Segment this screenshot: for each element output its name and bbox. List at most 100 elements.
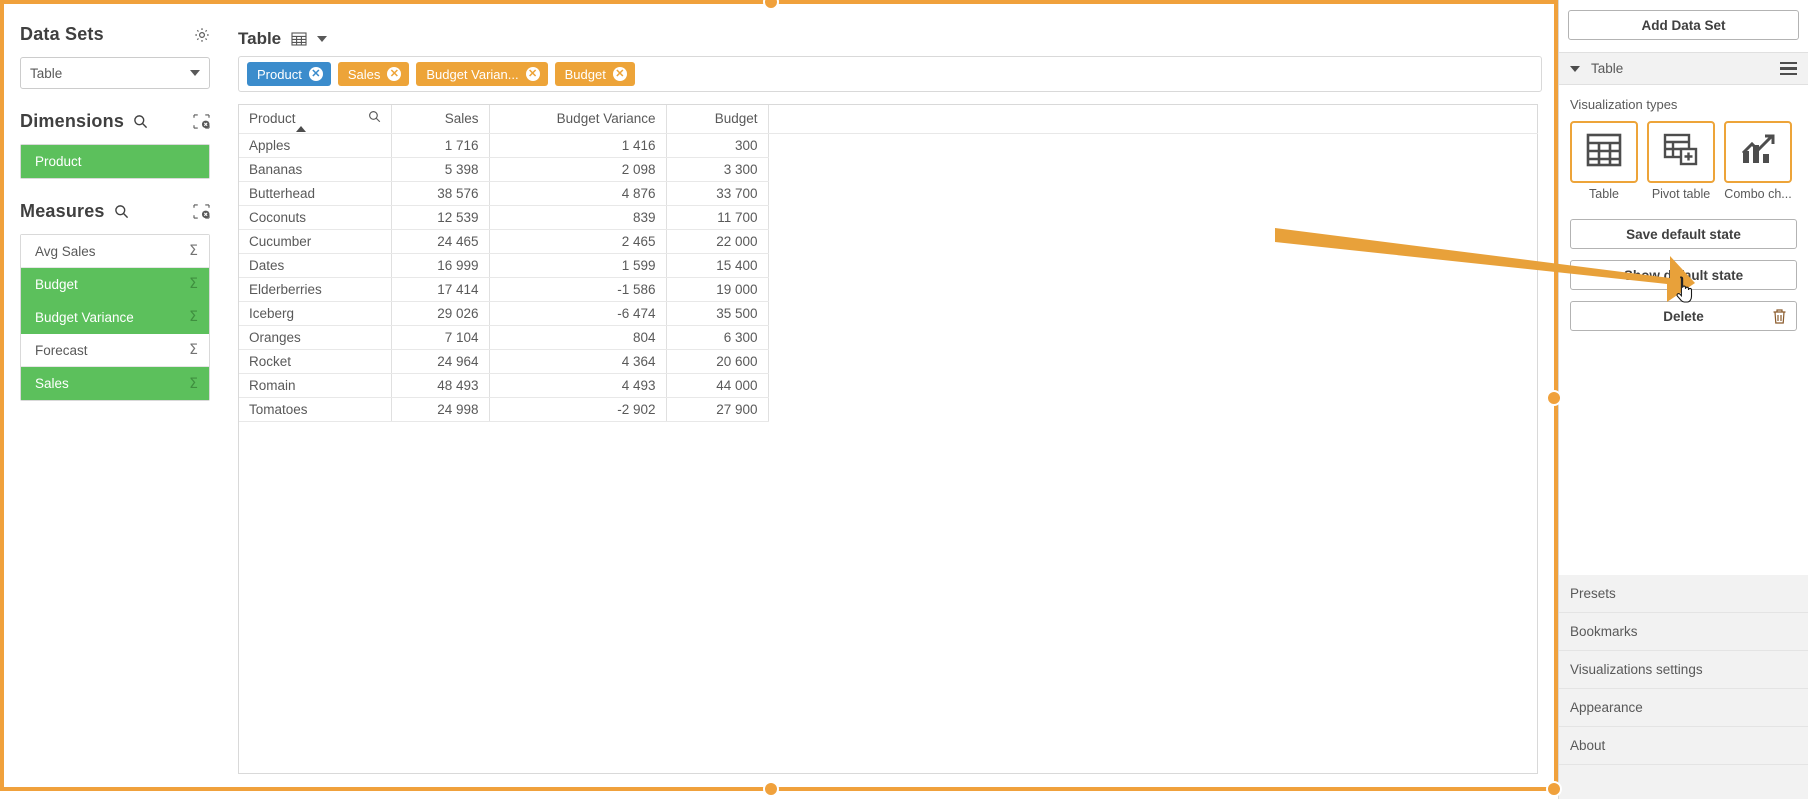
cell-filler (768, 206, 1538, 230)
chip-label: Product (257, 66, 302, 82)
cell-sales: 24 465 (391, 229, 490, 254)
data-sets-title: Data Sets (20, 24, 104, 44)
remove-icon[interactable]: ✕ (308, 67, 323, 81)
cell-sales: 48 493 (391, 373, 490, 398)
chevron-down-icon[interactable] (317, 36, 328, 42)
column-header-budget-variance[interactable]: Budget Variance (489, 105, 667, 134)
table-row[interactable]: Dates 16 999 1 599 15 400 (239, 253, 1538, 278)
table-body: Apples 1 716 1 416 300 Bananas 5 398 2 0… (239, 133, 1538, 422)
remove-icon[interactable]: ✕ (387, 67, 402, 81)
table-row[interactable]: Rocket 24 964 4 364 20 600 (239, 349, 1538, 374)
table-icon[interactable] (291, 31, 307, 47)
measures-title: Measures (20, 201, 105, 221)
cell-product[interactable]: Butterhead (239, 181, 392, 206)
measure-item-avg-sales[interactable]: Avg Sales Σ (21, 235, 209, 268)
clear-selections-icon[interactable] (193, 114, 210, 129)
cell-product[interactable]: Romain (239, 373, 392, 398)
remove-icon[interactable]: ✕ (525, 67, 540, 81)
viz-type-pivot-table[interactable]: Pivot table (1647, 121, 1715, 201)
search-icon[interactable] (114, 204, 129, 219)
cell-product[interactable]: Bananas (239, 157, 392, 182)
table-row[interactable]: Apples 1 716 1 416 300 (239, 133, 1538, 158)
table-row[interactable]: Iceberg 29 026 -6 474 35 500 (239, 301, 1538, 326)
hamburger-menu-icon[interactable] (1780, 61, 1797, 76)
cell-budget: 3 300 (666, 157, 769, 182)
viz-type-combo-chart[interactable]: Combo ch... (1724, 121, 1792, 201)
column-header-budget[interactable]: Budget (666, 105, 769, 134)
menu-item-about[interactable]: About (1559, 727, 1808, 765)
cell-sales: 12 539 (391, 205, 490, 230)
cell-filler (768, 182, 1538, 206)
search-icon[interactable] (133, 114, 148, 129)
chip-label: Budget (564, 66, 606, 82)
chip-sales[interactable]: Sales ✕ (337, 62, 410, 86)
table-row[interactable]: Bananas 5 398 2 098 3 300 (239, 157, 1538, 182)
table-row[interactable]: Tomatoes 24 998 -2 902 27 900 (239, 397, 1538, 422)
measure-label: Avg Sales (35, 243, 96, 259)
cell-filler (768, 254, 1538, 278)
table-row[interactable]: Cucumber 24 465 2 465 22 000 (239, 229, 1538, 254)
cell-product[interactable]: Coconuts (239, 205, 392, 230)
cell-budget-variance: 839 (489, 205, 667, 230)
cell-budget-variance: 2 098 (489, 157, 667, 182)
cell-budget-variance: 4 493 (489, 373, 667, 398)
dimension-item-product[interactable]: Product (21, 145, 209, 178)
menu-item-bookmarks[interactable]: Bookmarks (1559, 613, 1808, 651)
chip-product[interactable]: Product ✕ (247, 62, 331, 86)
save-default-state-button[interactable]: Save default state (1570, 219, 1797, 249)
trash-icon[interactable] (1772, 308, 1787, 328)
table-row[interactable]: Elderberries 17 414 -1 586 19 000 (239, 277, 1538, 302)
column-header-sales[interactable]: Sales (391, 105, 490, 134)
cell-product[interactable]: Oranges (239, 325, 392, 350)
dataset-select[interactable]: Table (20, 57, 210, 89)
cell-budget-variance: 804 (489, 325, 667, 350)
gear-icon[interactable] (194, 27, 210, 43)
resize-handle-bottom[interactable] (763, 781, 779, 797)
cell-product[interactable]: Apples (239, 133, 392, 158)
table-header-row: Product Sales Budget Variance Budget (239, 105, 1538, 134)
search-icon[interactable] (368, 105, 381, 133)
cell-product[interactable]: Iceberg (239, 301, 392, 326)
resize-handle-bottom-right[interactable] (1546, 781, 1562, 797)
measure-item-budget[interactable]: Budget Σ (21, 268, 209, 301)
table-section-header[interactable]: Table (1559, 52, 1808, 85)
measure-label: Budget Variance (35, 309, 134, 325)
sigma-icon: Σ (189, 243, 198, 259)
measure-label: Sales (35, 376, 69, 391)
cell-product[interactable]: Cucumber (239, 229, 392, 254)
cell-budget-variance: 4 364 (489, 349, 667, 374)
cell-filler (768, 158, 1538, 182)
resize-handle-right[interactable] (1546, 390, 1562, 406)
chip-budget-variance[interactable]: Budget Varian... ✕ (416, 62, 548, 86)
viz-type-label: Table (1589, 187, 1619, 201)
chip-budget[interactable]: Budget ✕ (554, 62, 635, 86)
measure-item-sales[interactable]: Sales Σ (21, 367, 209, 400)
fields-chips-bar: Product ✕ Sales ✕ Budget Varian... ✕ Bud… (238, 56, 1542, 92)
table-row[interactable]: Coconuts 12 539 839 11 700 (239, 205, 1538, 230)
cell-filler (768, 302, 1538, 326)
table-row[interactable]: Butterhead 38 576 4 876 33 700 (239, 181, 1538, 206)
menu-item-appearance[interactable]: Appearance (1559, 689, 1808, 727)
remove-icon[interactable]: ✕ (612, 67, 627, 81)
add-data-set-button[interactable]: Add Data Set (1568, 10, 1799, 40)
viz-type-table[interactable]: Table (1570, 121, 1638, 201)
cell-product[interactable]: Tomatoes (239, 397, 392, 422)
cell-sales: 29 026 (391, 301, 490, 326)
measure-item-forecast[interactable]: Forecast Σ (21, 334, 209, 367)
clear-selections-icon[interactable] (193, 204, 210, 219)
selection-frame-top (0, 0, 1558, 4)
menu-item-visualizations-settings[interactable]: Visualizations settings (1559, 651, 1808, 689)
table-row[interactable]: Romain 48 493 4 493 44 000 (239, 373, 1538, 398)
chevron-down-icon[interactable] (1570, 65, 1580, 72)
measure-label: Forecast (35, 342, 88, 358)
cell-product[interactable]: Elderberries (239, 277, 392, 302)
cell-budget: 300 (666, 133, 769, 158)
sigma-icon: Σ (189, 276, 198, 292)
cell-product[interactable]: Dates (239, 253, 392, 278)
column-header-product[interactable]: Product (239, 105, 392, 134)
measure-item-budget-variance[interactable]: Budget Variance Σ (21, 301, 209, 334)
menu-item-presets[interactable]: Presets (1559, 575, 1808, 613)
cell-product[interactable]: Rocket (239, 349, 392, 374)
table-row[interactable]: Oranges 7 104 804 6 300 (239, 325, 1538, 350)
cell-filler (768, 326, 1538, 350)
